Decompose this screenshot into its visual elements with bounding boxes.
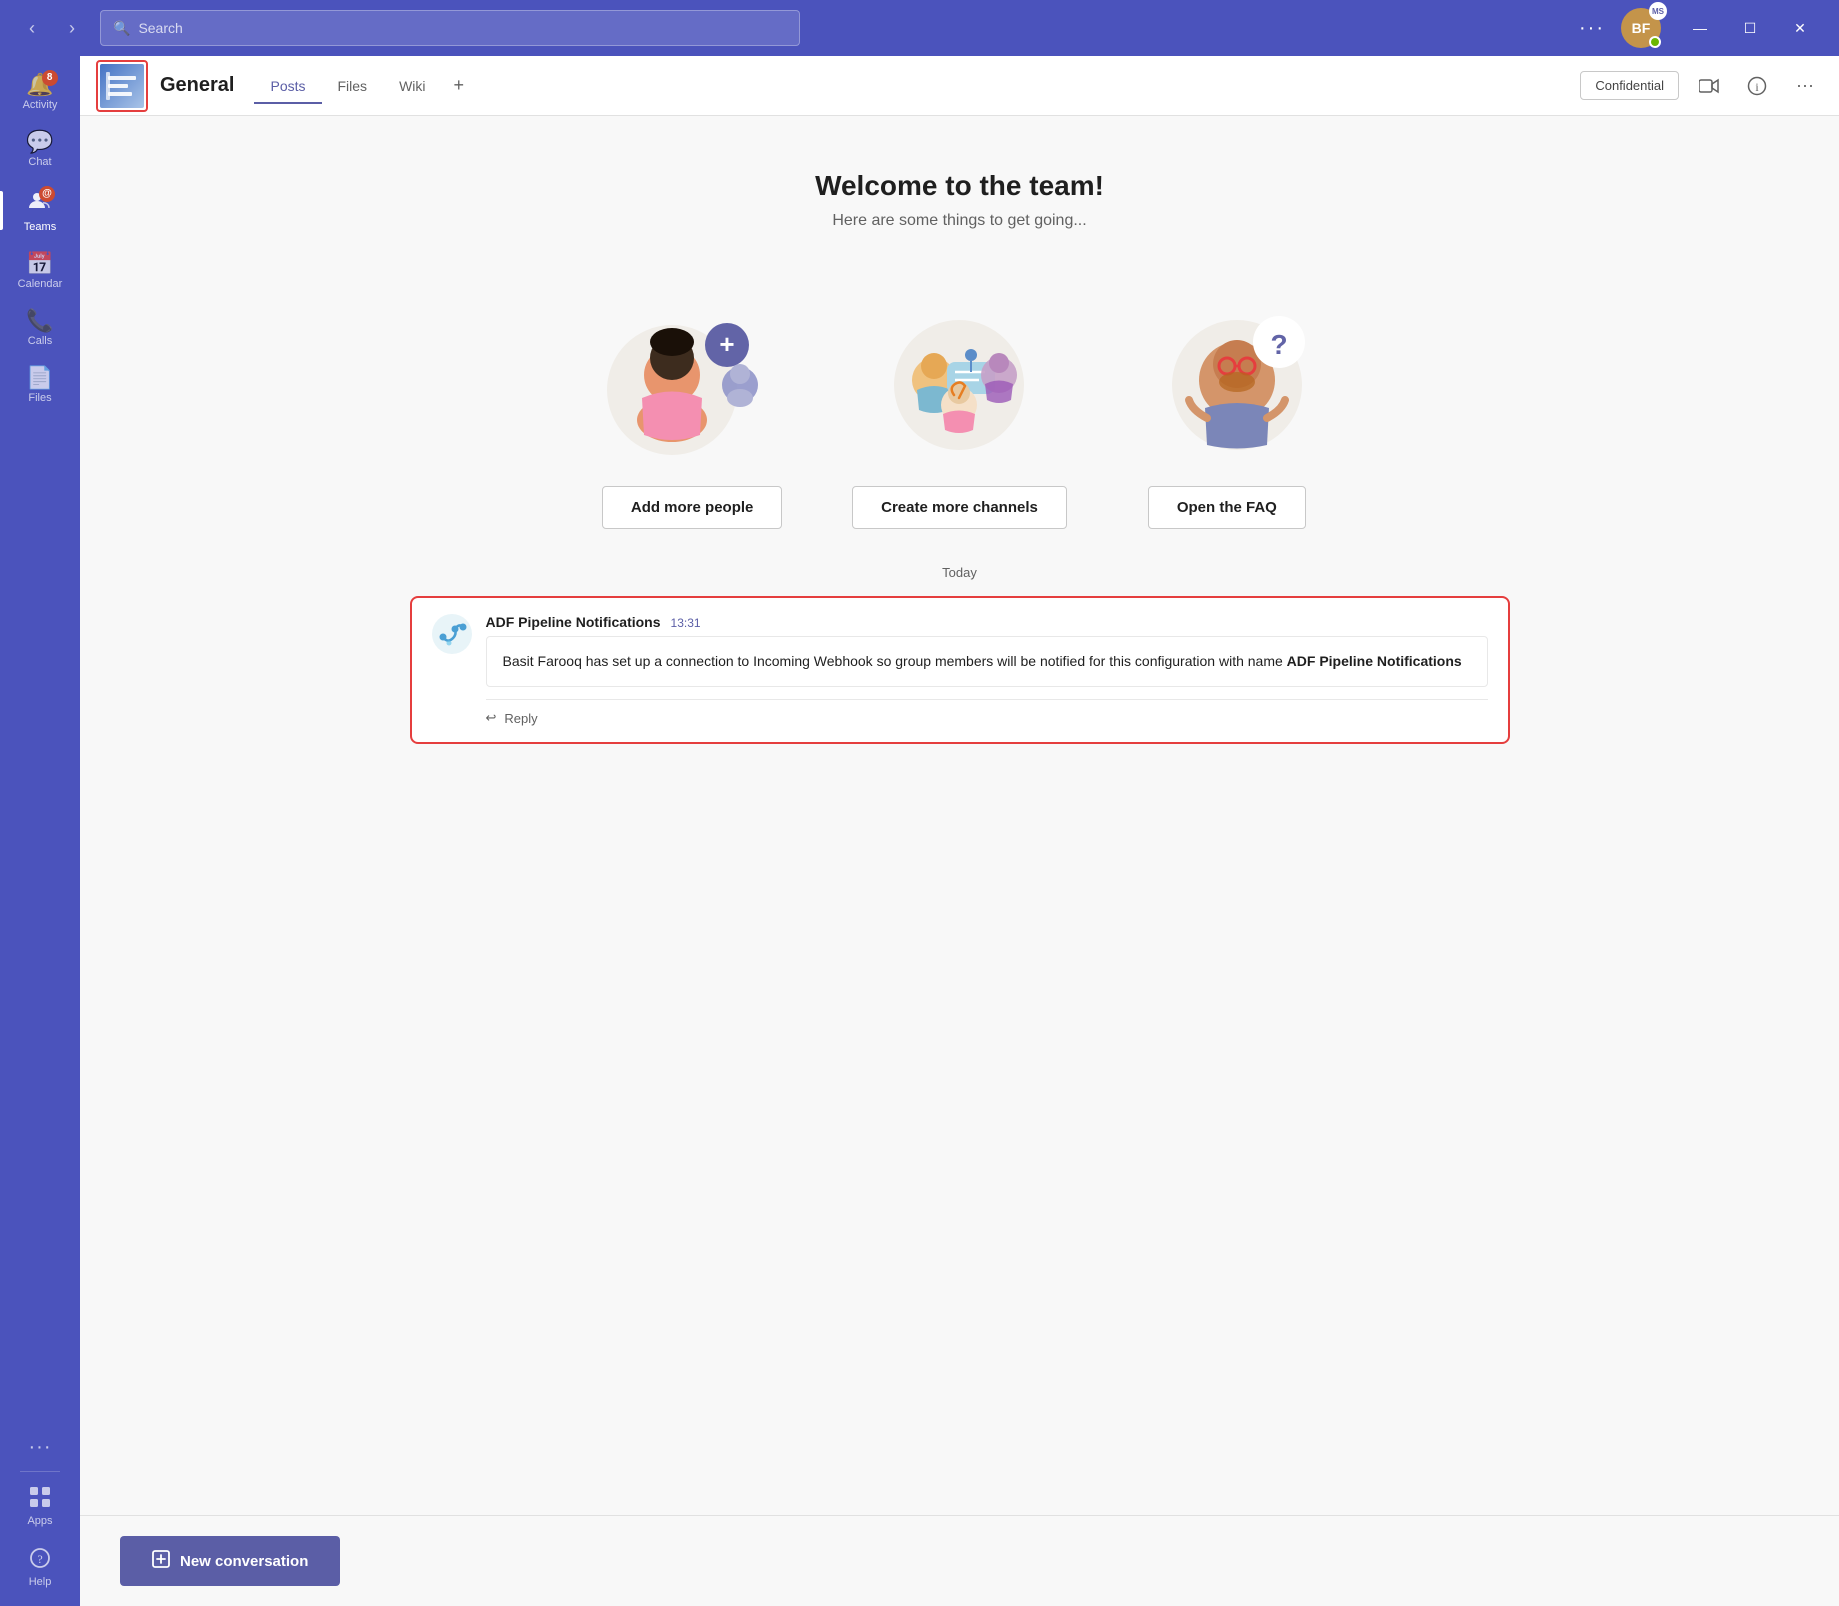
faq-illustration: ? xyxy=(1127,290,1327,470)
activity-icon: 🔔 8 xyxy=(26,74,53,96)
today-label: Today xyxy=(942,565,977,580)
window-controls: — ☐ ✕ xyxy=(1677,12,1823,44)
apps-label: Apps xyxy=(27,1515,52,1527)
help-icon: ? xyxy=(29,1547,51,1573)
svg-text:+: + xyxy=(720,329,735,359)
app-body: 🔔 8 Activity 💬 Chat @ Teams xyxy=(0,56,1839,1606)
add-people-button[interactable]: Add more people xyxy=(602,486,783,529)
welcome-section: Welcome to the team! Here are some thing… xyxy=(120,140,1799,260)
posts-content: Welcome to the team! Here are some thing… xyxy=(80,116,1839,1515)
svg-text:?: ? xyxy=(37,1552,42,1566)
video-call-button[interactable] xyxy=(1691,68,1727,104)
new-conversation-label: New conversation xyxy=(180,1553,308,1570)
sidebar-item-teams[interactable]: @ Teams xyxy=(0,178,80,243)
online-status-dot xyxy=(1649,36,1661,48)
nav-arrows: ‹ › xyxy=(16,12,88,44)
message-item: ADF Pipeline Notifications 13:31 Basit F… xyxy=(432,614,1488,726)
today-divider: Today xyxy=(120,565,1799,580)
compose-bar: New conversation xyxy=(80,1515,1839,1606)
channel-tabs: Posts Files Wiki + xyxy=(254,67,476,104)
sidebar-item-files[interactable]: 📄 Files xyxy=(0,357,80,414)
titlebar-more-button[interactable]: ··· xyxy=(1579,17,1605,40)
message-body: ADF Pipeline Notifications 13:31 Basit F… xyxy=(486,614,1488,726)
welcome-subtitle: Here are some things to get going... xyxy=(120,212,1799,230)
action-card-channels: Create more channels xyxy=(852,290,1067,529)
compose-icon xyxy=(152,1550,170,1572)
sidebar-item-apps[interactable]: Apps xyxy=(0,1476,80,1537)
tab-wiki[interactable]: Wiki xyxy=(383,70,441,104)
channel-name: General xyxy=(160,74,234,97)
channel-icon-inner xyxy=(100,64,144,108)
calls-label: Calls xyxy=(28,335,52,347)
channel-area: General Posts Files Wiki + Confidential xyxy=(80,56,1839,1606)
channel-icon-box xyxy=(96,60,148,112)
reply-icon: ↩ xyxy=(486,710,497,726)
sidebar-item-activity[interactable]: 🔔 8 Activity xyxy=(0,64,80,121)
action-cards: + Add more people xyxy=(120,290,1799,529)
reply-label: Reply xyxy=(504,711,537,726)
svg-text:i: i xyxy=(1755,80,1759,94)
chat-label: Chat xyxy=(28,156,51,168)
tab-posts[interactable]: Posts xyxy=(254,70,321,104)
channel-header-right: Confidential i ··· xyxy=(1580,68,1823,104)
sidebar-item-calendar[interactable]: 📅 Calendar xyxy=(0,243,80,300)
new-conversation-button[interactable]: New conversation xyxy=(120,1536,340,1586)
back-button[interactable]: ‹ xyxy=(16,12,48,44)
help-label: Help xyxy=(29,1576,52,1588)
calendar-label: Calendar xyxy=(18,278,63,290)
info-button[interactable]: i xyxy=(1739,68,1775,104)
channels-illustration xyxy=(859,290,1059,470)
sidebar-divider xyxy=(20,1471,60,1472)
teams-label: Teams xyxy=(24,221,56,233)
tab-files[interactable]: Files xyxy=(322,70,384,104)
tab-add-button[interactable]: + xyxy=(442,67,477,104)
message-author: ADF Pipeline Notifications xyxy=(486,614,661,630)
search-bar[interactable]: 🔍 Search xyxy=(100,10,800,46)
message-time: 13:31 xyxy=(671,616,701,630)
apps-icon xyxy=(29,1486,51,1512)
more-apps-dots[interactable]: ··· xyxy=(21,1428,60,1467)
activity-badge: 8 xyxy=(42,70,58,86)
create-channels-button[interactable]: Create more channels xyxy=(852,486,1067,529)
channel-header: General Posts Files Wiki + Confidential xyxy=(80,56,1839,116)
sidebar-item-help[interactable]: ? Help xyxy=(0,1537,80,1598)
close-button[interactable]: ✕ xyxy=(1777,12,1823,44)
teams-badge: @ xyxy=(39,186,55,202)
message-thread: ADF Pipeline Notifications 13:31 Basit F… xyxy=(410,596,1510,744)
action-card-add-people: + Add more people xyxy=(592,290,792,529)
search-placeholder: Search xyxy=(138,20,182,36)
sidebar-item-chat[interactable]: 💬 Chat xyxy=(0,121,80,178)
title-bar: ‹ › 🔍 Search ··· BF MS — ☐ ✕ xyxy=(0,0,1839,56)
message-content: Basit Farooq has set up a connection to … xyxy=(486,636,1488,687)
message-bot-avatar xyxy=(432,614,472,654)
files-label: Files xyxy=(28,392,51,404)
sidebar: 🔔 8 Activity 💬 Chat @ Teams xyxy=(0,56,80,1606)
svg-text:?: ? xyxy=(1270,329,1287,360)
sidebar-item-calls[interactable]: 📞 Calls xyxy=(0,300,80,357)
message-text-plain: Basit Farooq has set up a connection to … xyxy=(503,653,1287,669)
open-faq-button[interactable]: Open the FAQ xyxy=(1148,486,1306,529)
message-text-bold: ADF Pipeline Notifications xyxy=(1287,653,1462,669)
welcome-title: Welcome to the team! xyxy=(120,170,1799,202)
add-people-illustration: + xyxy=(592,290,792,470)
search-icon: 🔍 xyxy=(113,20,130,37)
forward-button[interactable]: › xyxy=(56,12,88,44)
reply-bar[interactable]: ↩ Reply xyxy=(486,699,1488,726)
activity-label: Activity xyxy=(23,99,58,111)
title-bar-right: ··· BF MS — ☐ ✕ xyxy=(1579,8,1823,48)
teams-icon: @ xyxy=(27,188,53,218)
files-icon: 📄 xyxy=(26,367,53,389)
action-card-faq: ? Open the FAQ xyxy=(1127,290,1327,529)
ms-badge: MS xyxy=(1649,2,1667,20)
calls-icon: 📞 xyxy=(26,310,53,332)
channel-more-button[interactable]: ··· xyxy=(1787,68,1823,104)
calendar-icon: 📅 xyxy=(26,253,53,275)
maximize-button[interactable]: ☐ xyxy=(1727,12,1773,44)
minimize-button[interactable]: — xyxy=(1677,12,1723,44)
user-avatar-container[interactable]: BF MS xyxy=(1621,8,1661,48)
confidential-button[interactable]: Confidential xyxy=(1580,71,1679,100)
message-header: ADF Pipeline Notifications 13:31 xyxy=(486,614,1488,630)
chat-icon: 💬 xyxy=(26,131,53,153)
